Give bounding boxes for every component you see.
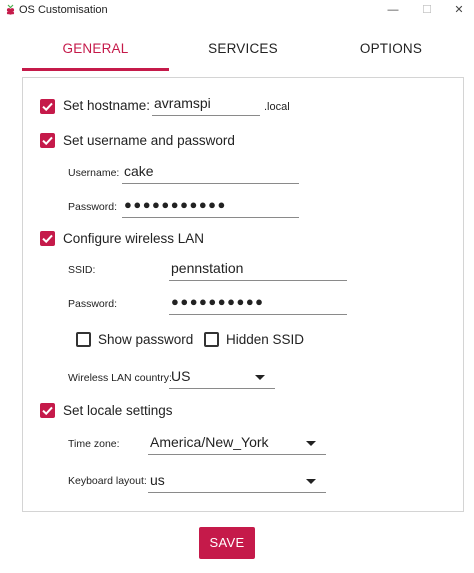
close-button[interactable]: ✕ <box>449 2 469 18</box>
show-password-checkbox[interactable] <box>76 332 91 347</box>
checkmark-icon <box>42 234 53 244</box>
hidden-ssid-checkbox[interactable] <box>204 332 219 347</box>
show-password-label: Show password <box>98 332 194 347</box>
dropdown-caret-icon <box>306 479 316 484</box>
keyboard-layout-label: Keyboard layout: <box>68 475 147 487</box>
wlan-password-label: Password: <box>68 298 118 310</box>
timezone-dropdown[interactable]: America/New_York <box>148 431 326 455</box>
wlan-country-label: Wireless LAN country: <box>68 372 172 384</box>
hostname-label: Set hostname: <box>63 98 151 113</box>
tab-services[interactable]: SERVICES <box>169 28 317 70</box>
dropdown-caret-icon <box>255 375 265 380</box>
hostname-value: avramspi <box>154 95 211 111</box>
wlan-password-value: ●●●●●●●●●● <box>171 294 265 309</box>
checkmark-icon <box>42 406 53 416</box>
hidden-ssid-label: Hidden SSID <box>226 332 305 347</box>
minimize-button[interactable]: — <box>383 2 403 18</box>
username-input[interactable]: cake <box>122 160 299 184</box>
tab-general[interactable]: GENERAL <box>22 28 169 70</box>
wlan-password-input[interactable]: ●●●●●●●●●● <box>169 291 347 315</box>
checkmark-icon <box>42 136 53 146</box>
window-title: OS Customisation <box>19 4 108 16</box>
wireless-lan-label: Configure wireless LAN <box>63 231 205 246</box>
password-label: Password: <box>68 201 118 213</box>
checkmark-icon <box>42 102 53 112</box>
wlan-country-dropdown[interactable]: US <box>169 365 275 389</box>
keyboard-layout-dropdown[interactable]: us <box>148 469 326 493</box>
username-password-label: Set username and password <box>63 133 235 148</box>
ssid-label: SSID: <box>68 264 96 276</box>
maximize-button[interactable]: ☐ <box>417 2 437 18</box>
ssid-value: pennstation <box>171 260 244 276</box>
hostname-suffix: .local <box>264 101 290 113</box>
dropdown-caret-icon <box>306 441 316 446</box>
hostname-input[interactable]: avramspi <box>152 92 260 116</box>
hostname-checkbox[interactable] <box>40 99 55 114</box>
ssid-input[interactable]: pennstation <box>169 257 347 281</box>
username-password-checkbox[interactable] <box>40 133 55 148</box>
keyboard-layout-value: us <box>150 472 165 488</box>
locale-label: Set locale settings <box>63 403 173 418</box>
timezone-value: America/New_York <box>150 434 269 450</box>
username-value: cake <box>124 163 154 179</box>
raspberry-pi-icon <box>6 4 15 15</box>
password-value: ●●●●●●●●●●● <box>124 197 227 212</box>
save-button[interactable]: SAVE <box>199 527 255 559</box>
wireless-lan-checkbox[interactable] <box>40 231 55 246</box>
title-bar: OS Customisation — ☐ ✕ <box>0 0 474 20</box>
general-settings-panel: Set hostname: avramspi .local Set userna… <box>22 77 464 512</box>
tab-options[interactable]: OPTIONS <box>317 28 465 70</box>
tab-bar: GENERAL SERVICES OPTIONS <box>22 28 470 71</box>
username-label: Username: <box>68 167 120 179</box>
locale-checkbox[interactable] <box>40 403 55 418</box>
timezone-label: Time zone: <box>68 438 120 450</box>
password-input[interactable]: ●●●●●●●●●●● <box>122 194 299 218</box>
wlan-country-value: US <box>171 368 191 384</box>
active-tab-indicator <box>22 68 169 71</box>
